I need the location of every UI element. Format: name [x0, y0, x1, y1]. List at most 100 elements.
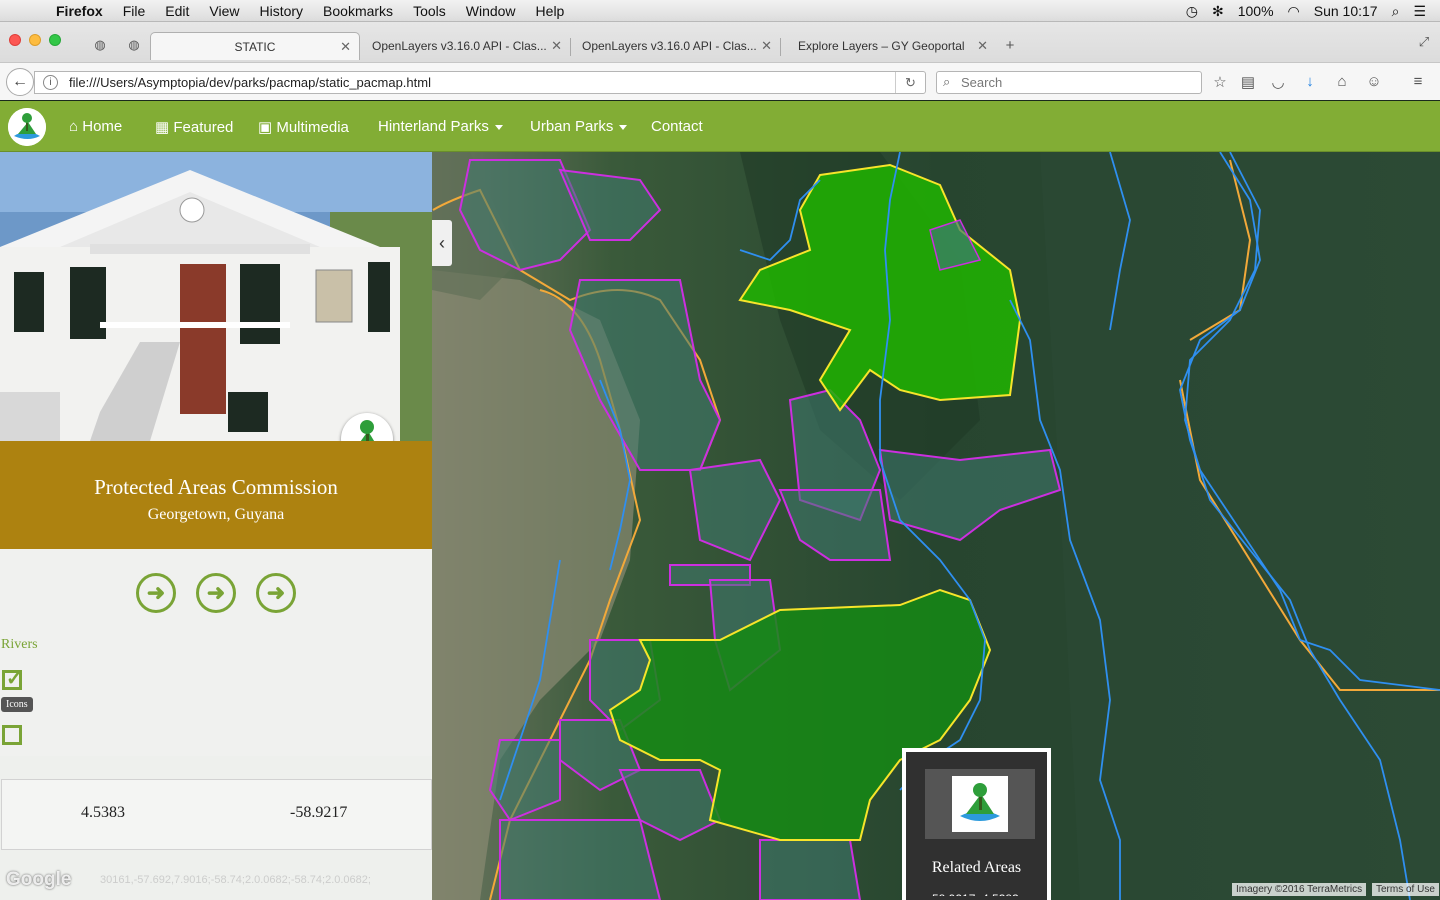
pocket-icon[interactable]: ◡: [1268, 73, 1288, 91]
icons-tooltip: Icons: [1, 697, 33, 712]
popup-image: [925, 769, 1035, 839]
spotlight-search-icon[interactable]: ⌕: [1392, 3, 1400, 20]
reload-icon[interactable]: ↻: [895, 72, 925, 93]
nav-featured[interactable]: ▦ Featured: [155, 118, 233, 136]
pinned-tab-globe-icon[interactable]: ◍: [124, 37, 144, 53]
menu-edit[interactable]: Edit: [165, 3, 189, 19]
os-menubar: Firefox File Edit View History Bookmarks…: [0, 0, 1440, 22]
nav-hinterland-label: Hinterland Parks: [378, 118, 489, 135]
home-icon: ⌂: [69, 118, 83, 135]
notification-center-icon[interactable]: ☰: [1413, 3, 1426, 20]
navigation-toolbar: ← i file:///Users/Asymptopia/dev/parks/p…: [0, 62, 1440, 100]
clock[interactable]: Sun 10:17: [1314, 3, 1378, 19]
caret-down-icon: [494, 124, 503, 130]
menu-help[interactable]: Help: [536, 3, 565, 19]
nav-contact-label: Contact: [651, 118, 703, 135]
nav-urban-parks[interactable]: Urban Parks: [530, 118, 628, 135]
window-zoom-button[interactable]: [49, 34, 61, 46]
tab-explore-layers[interactable]: Explore Layers – GY Geoportal ✕: [786, 32, 996, 60]
menu-bookmarks[interactable]: Bookmarks: [323, 3, 393, 19]
bluetooth-icon[interactable]: ✻: [1212, 3, 1224, 20]
image-icon: ▣: [258, 119, 277, 136]
back-arrow-icon: ←: [12, 73, 28, 90]
fullscreen-icon[interactable]: ⤢: [1414, 34, 1434, 50]
arrow-right-icon: ➜: [146, 580, 166, 605]
window-close-button[interactable]: [9, 34, 21, 46]
close-tab-icon[interactable]: ✕: [551, 38, 562, 54]
menu-app-firefox[interactable]: Firefox: [56, 3, 103, 19]
rivers-checkbox[interactable]: ✓: [2, 668, 23, 690]
site-logo[interactable]: [8, 108, 46, 146]
next-arrow-button[interactable]: ➜: [136, 573, 176, 613]
url-bar[interactable]: i file:///Users/Asymptopia/dev/parks/pac…: [34, 71, 926, 94]
site-info-icon[interactable]: i: [43, 75, 58, 90]
longitude-value: -58.9217: [290, 804, 348, 821]
next-arrow-button[interactable]: ➜: [256, 573, 296, 613]
hamburger-menu-icon[interactable]: ≡: [1408, 73, 1428, 90]
tab-separator: [780, 38, 781, 56]
nav-featured-label: Featured: [173, 119, 234, 136]
nav-home[interactable]: ⌂ Home: [69, 118, 122, 135]
headquarters-photo: [0, 152, 432, 441]
layer-label-rivers: Rivers: [1, 637, 38, 652]
tab-label: Explore Layers – GY Geoportal: [798, 39, 965, 53]
close-tab-icon[interactable]: ✕: [340, 39, 351, 55]
menu-tools[interactable]: Tools: [413, 3, 446, 19]
related-areas-popup[interactable]: Related Areas -58.9217, 4.5383: [902, 748, 1051, 900]
banner-title: Protected Areas Commission: [94, 475, 338, 499]
wifi-icon[interactable]: ◠: [1288, 3, 1300, 20]
collapse-sidebar-button[interactable]: ‹: [432, 220, 452, 266]
search-placeholder: Search: [961, 75, 1003, 90]
close-tab-icon[interactable]: ✕: [761, 38, 772, 54]
coordinates-panel: 4.5383 -58.9217: [1, 779, 432, 850]
back-button[interactable]: ←: [6, 68, 34, 96]
tab-label: OpenLayers v3.16.0 API - Clas...: [372, 39, 547, 53]
close-tab-icon[interactable]: ✕: [977, 38, 988, 54]
pac-logo-icon: [952, 776, 1008, 832]
search-input[interactable]: ⌕ Search: [936, 71, 1202, 94]
pac-logo-icon: [8, 108, 46, 146]
time-machine-icon[interactable]: ◷: [1186, 3, 1198, 20]
nav-contact[interactable]: Contact: [651, 118, 703, 135]
tab-label: STATIC: [234, 39, 276, 54]
latitude-value: 4.5383: [81, 804, 125, 821]
terms-of-use-link[interactable]: Terms of Use: [1372, 883, 1439, 896]
popup-label: Related Areas: [931, 859, 1022, 876]
icons-checkbox[interactable]: [2, 725, 22, 745]
nav-multimedia[interactable]: ▣ Multimedia: [258, 118, 349, 136]
browser-chrome: ◍ ◍ STATIC ✕ OpenLayers v3.16.0 API - Cl…: [0, 22, 1440, 100]
tab-openlayers-2[interactable]: OpenLayers v3.16.0 API - Clas... ✕: [570, 32, 780, 60]
checkmark-icon: ✓: [6, 668, 23, 690]
menu-history[interactable]: History: [259, 3, 303, 19]
tab-static[interactable]: STATIC ✕: [150, 32, 360, 60]
menu-window[interactable]: Window: [466, 3, 516, 19]
nav-urban-label: Urban Parks: [530, 118, 614, 135]
nav-home-label: Home: [82, 118, 123, 135]
new-tab-plus-icon[interactable]: +: [1000, 37, 1020, 54]
sidebar: Protected Areas Commission Georgetown, G…: [0, 152, 432, 900]
banner-subtitle: Georgetown, Guyana: [147, 506, 285, 523]
menu-view[interactable]: View: [209, 3, 239, 19]
tab-label: OpenLayers v3.16.0 API - Clas...: [582, 39, 757, 53]
menu-file[interactable]: File: [123, 3, 146, 19]
next-arrow-button[interactable]: ➜: [196, 573, 236, 613]
controls-panel: ➜ ➜ ➜ Rivers ✓ Icons: [0, 549, 432, 756]
reading-list-icon[interactable]: ▤: [1238, 73, 1258, 91]
info-banner: Protected Areas Commission Georgetown, G…: [0, 441, 432, 549]
pinned-tab-globe-icon[interactable]: ◍: [90, 37, 110, 53]
battery-percent[interactable]: 100%: [1238, 3, 1274, 19]
window-minimize-button[interactable]: [29, 34, 41, 46]
film-icon: ▦: [155, 119, 174, 136]
arrow-right-icon: ➜: [206, 580, 226, 605]
imagery-attribution: Imagery ©2016 TerraMetrics: [1232, 883, 1367, 896]
popup-cut-text: -58.9217, 4.5383: [928, 888, 1028, 896]
google-logo: Google: [6, 869, 72, 890]
arrow-right-icon: ➜: [266, 580, 286, 605]
tab-openlayers-1[interactable]: OpenLayers v3.16.0 API - Clas... ✕: [360, 32, 570, 60]
hello-chat-icon[interactable]: ☺: [1364, 73, 1384, 90]
download-icon[interactable]: ↓: [1300, 73, 1320, 90]
caret-down-icon: [619, 124, 628, 130]
home-icon[interactable]: ⌂: [1332, 73, 1352, 90]
bookmark-star-icon[interactable]: ☆: [1210, 73, 1230, 91]
nav-hinterland-parks[interactable]: Hinterland Parks: [378, 118, 503, 135]
